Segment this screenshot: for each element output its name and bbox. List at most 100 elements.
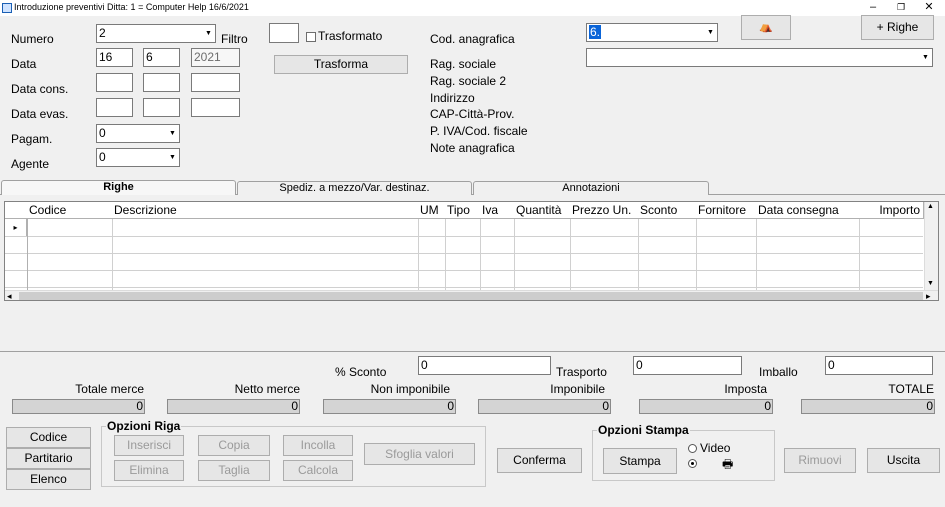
- horizontal-scrollbar[interactable]: ◂ ▸: [5, 290, 938, 300]
- grid-row-line: [5, 236, 923, 237]
- elenco-button[interactable]: Elenco: [6, 469, 91, 490]
- minimize-button[interactable]: –: [858, 0, 888, 16]
- col-prezzo-un[interactable]: Prezzo Un.: [570, 202, 639, 219]
- scroll-thumb[interactable]: [19, 292, 923, 300]
- netto-merce-label: Netto merce: [234, 382, 300, 396]
- trasporto-label: Trasporto: [556, 365, 607, 379]
- scroll-down-icon[interactable]: ▼: [927, 280, 934, 287]
- close-button[interactable]: ✕: [914, 0, 944, 16]
- scroll-up-icon[interactable]: ▲: [927, 203, 934, 210]
- tab-spedizione[interactable]: Spediz. a mezzo/Var. destinaz.: [237, 181, 472, 195]
- pagam-label: Pagam.: [11, 132, 53, 146]
- pagam-combo[interactable]: 0 ▼: [96, 124, 180, 143]
- uscita-button[interactable]: Uscita: [867, 448, 940, 473]
- imballo-label: Imballo: [759, 365, 798, 379]
- cod-anagrafica-combo[interactable]: 6. ▼: [586, 23, 718, 42]
- copia-button[interactable]: Copia: [198, 435, 270, 456]
- filtro-field[interactable]: [269, 23, 299, 43]
- video-label: Video: [700, 441, 731, 455]
- col-tipo[interactable]: Tipo: [445, 202, 481, 219]
- non-imponibile-label: Non imponibile: [370, 382, 450, 396]
- grid-row-line: [5, 287, 923, 288]
- numero-label: Numero: [11, 32, 54, 46]
- codice-button[interactable]: Codice: [6, 427, 91, 448]
- tab-annotazioni[interactable]: Annotazioni: [473, 181, 709, 195]
- tab-righe[interactable]: Righe: [1, 180, 236, 196]
- sfoglia-valori-button[interactable]: Sfoglia valori: [364, 443, 475, 465]
- sconto-field[interactable]: 0: [418, 356, 551, 375]
- trasforma-button[interactable]: Trasforma: [274, 55, 408, 74]
- partitario-button[interactable]: Partitario: [6, 448, 91, 469]
- printer-radio[interactable]: [688, 459, 697, 468]
- vertical-scrollbar[interactable]: ▲ ▼: [924, 202, 938, 290]
- incolla-button[interactable]: Incolla: [283, 435, 353, 456]
- calcola-button[interactable]: Calcola: [283, 460, 353, 481]
- col-sconto[interactable]: Sconto: [638, 202, 697, 219]
- trasporto-field[interactable]: 0: [633, 356, 742, 375]
- agente-combo[interactable]: 0 ▼: [96, 148, 180, 167]
- totale-value: 0: [801, 399, 935, 414]
- data-evas-label: Data evas.: [11, 107, 69, 121]
- grid-col-line: [27, 219, 28, 291]
- restore-button[interactable]: ❐: [886, 0, 916, 16]
- data-cons-month-field[interactable]: [143, 73, 180, 92]
- imponibile-value: 0: [478, 399, 611, 414]
- imballo-field[interactable]: 0: [825, 356, 933, 375]
- data-year-field[interactable]: 2021: [191, 48, 240, 67]
- data-evas-year-field[interactable]: [191, 98, 240, 117]
- col-um[interactable]: UM: [418, 202, 446, 219]
- data-evas-month-field[interactable]: [143, 98, 180, 117]
- numero-combo[interactable]: 2 ▼: [96, 24, 216, 43]
- grid-col-line: [696, 219, 697, 291]
- chevron-down-icon[interactable]: ▼: [920, 50, 931, 65]
- agente-label: Agente: [11, 157, 50, 171]
- taglia-button[interactable]: Taglia: [198, 460, 270, 481]
- chevron-down-icon[interactable]: ▼: [705, 25, 716, 40]
- data-day-field[interactable]: 16: [96, 48, 133, 67]
- data-month-field[interactable]: 6: [143, 48, 180, 67]
- col-descrizione[interactable]: Descrizione: [112, 202, 419, 219]
- cod-anagrafica-label: Cod. anagrafica: [430, 32, 515, 46]
- totale-merce-label: Totale merce: [75, 382, 144, 396]
- data-evas-day-field[interactable]: [96, 98, 133, 117]
- elimina-button[interactable]: Elimina: [114, 460, 184, 481]
- stampa-button[interactable]: Stampa: [603, 448, 677, 474]
- grid-col-line: [112, 219, 113, 291]
- data-label: Data: [11, 57, 37, 71]
- scroll-left-icon[interactable]: ◂: [7, 291, 12, 300]
- inserisci-button[interactable]: Inserisci: [114, 435, 184, 456]
- trasformato-checkbox[interactable]: [306, 32, 316, 42]
- data-cons-day-field[interactable]: [96, 73, 133, 92]
- chevron-down-icon[interactable]: ▼: [167, 126, 178, 141]
- data-cons-year-field[interactable]: [191, 73, 240, 92]
- col-fornitore[interactable]: Fornitore: [696, 202, 757, 219]
- imposta-label: Imposta: [724, 382, 767, 396]
- video-radio[interactable]: [688, 444, 697, 453]
- col-quantita[interactable]: Quantità: [514, 202, 571, 219]
- pagam-value: 0: [99, 126, 106, 140]
- conferma-button[interactable]: Conferma: [497, 448, 582, 473]
- chevron-down-icon[interactable]: ▼: [203, 26, 214, 41]
- righe-grid[interactable]: Codice Descrizione UM Tipo Iva Quantità …: [4, 201, 939, 301]
- search-button[interactable]: ⛺: [741, 15, 791, 40]
- chevron-down-icon[interactable]: ▼: [167, 150, 178, 165]
- col-data-consegna[interactable]: Data consegna: [756, 202, 860, 219]
- col-codice[interactable]: Codice: [27, 202, 113, 219]
- binoculars-icon: ⛺: [759, 21, 773, 33]
- add-righe-button[interactable]: + Righe: [861, 15, 934, 40]
- imposta-value: 0: [639, 399, 773, 414]
- opzioni-stampa-title: Opzioni Stampa: [597, 423, 690, 437]
- col-importo[interactable]: Importo: [859, 202, 924, 219]
- printer-icon: 🖶: [722, 457, 734, 471]
- title-bar: Introduzione preventivi Ditta: 1 = Compu…: [0, 0, 945, 16]
- grid-col-line: [514, 219, 515, 291]
- piva-label: P. IVA/Cod. fiscale: [430, 124, 528, 138]
- scroll-right-icon[interactable]: ▸: [926, 291, 931, 300]
- rag-sociale-label: Rag. sociale: [430, 57, 497, 71]
- col-iva[interactable]: Iva: [480, 202, 515, 219]
- rag-sociale-combo[interactable]: ▼: [586, 48, 933, 67]
- grid-col-line: [859, 219, 860, 291]
- app-icon: [2, 3, 12, 13]
- totale-label: TOTALE: [888, 382, 934, 396]
- rimuovi-button[interactable]: Rimuovi: [784, 448, 856, 473]
